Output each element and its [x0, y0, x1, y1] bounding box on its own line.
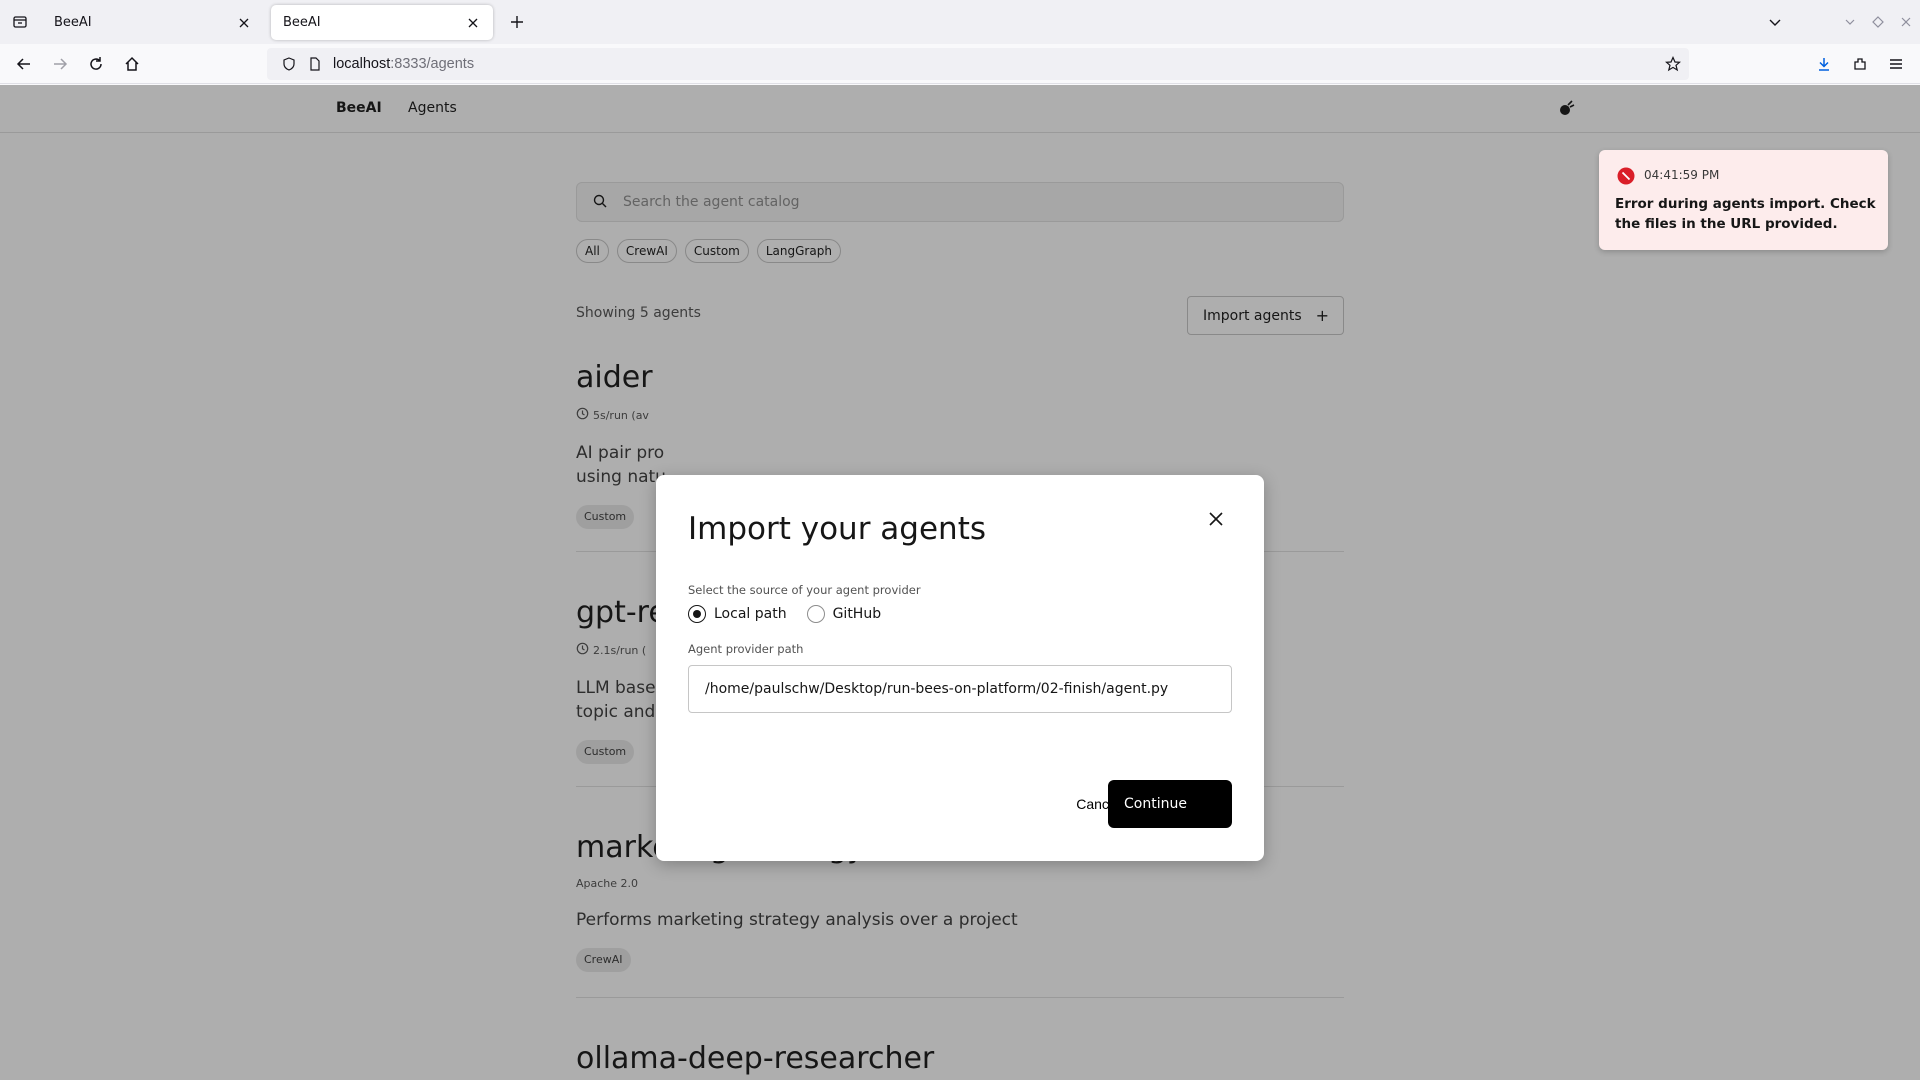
- new-tab-icon[interactable]: [505, 10, 529, 34]
- tab-overflow-icon[interactable]: [1767, 14, 1783, 30]
- error-toast: 04:41:59 PM Error during agents import. …: [1599, 150, 1888, 250]
- tab-title: BeeAI: [54, 15, 92, 30]
- url-path: :8333/agents: [390, 56, 475, 72]
- browser-tab-active[interactable]: BeeAI: [271, 5, 493, 40]
- radio-checked-icon[interactable]: [688, 605, 706, 623]
- radio-label: Local path: [714, 606, 787, 622]
- tab-title: BeeAI: [283, 15, 321, 30]
- close-tab-icon[interactable]: [236, 15, 252, 31]
- bookmark-star-icon[interactable]: [1661, 52, 1685, 76]
- browser-nav-bar: localhost:8333/agents: [0, 44, 1920, 84]
- minimize-icon[interactable]: [1842, 14, 1858, 30]
- browser-tab-bar: BeeAI BeeAI: [0, 0, 1920, 44]
- radio-local-path[interactable]: Local path: [688, 605, 787, 623]
- continue-button[interactable]: Continue: [1108, 780, 1232, 828]
- toast-timestamp: 04:41:59 PM: [1644, 168, 1720, 182]
- home-icon[interactable]: [120, 52, 144, 76]
- radio-label: GitHub: [832, 606, 882, 622]
- source-radio-group: Local path GitHub: [688, 605, 881, 623]
- import-agents-modal: Import your agents Select the source of …: [656, 475, 1264, 861]
- page-icon[interactable]: [307, 56, 323, 72]
- close-window-icon[interactable]: [1898, 14, 1914, 30]
- close-tab-icon[interactable]: [465, 15, 481, 31]
- extensions-icon[interactable]: [1848, 52, 1872, 76]
- download-icon[interactable]: [1812, 52, 1836, 76]
- path-label: Agent provider path: [688, 642, 804, 656]
- radio-unchecked-icon[interactable]: [806, 605, 825, 623]
- back-icon[interactable]: [12, 52, 36, 76]
- shield-icon[interactable]: [281, 56, 297, 72]
- browser-tab[interactable]: BeeAI: [42, 5, 264, 40]
- page-content: BeeAI Agents All CrewAI Custom LangGraph…: [0, 85, 1920, 1080]
- menu-icon[interactable]: [1884, 52, 1908, 76]
- modal-title: Import your agents: [688, 511, 986, 547]
- forward-icon[interactable]: [48, 52, 72, 76]
- toast-message: Error during agents import. Check the fi…: [1615, 196, 1876, 232]
- agent-provider-path-input[interactable]: [688, 665, 1232, 713]
- error-icon: [1617, 167, 1635, 185]
- source-label: Select the source of your agent provider: [688, 583, 921, 597]
- close-icon[interactable]: [1206, 509, 1226, 529]
- tab-list-icon[interactable]: [0, 0, 40, 44]
- radio-github[interactable]: GitHub: [806, 605, 882, 623]
- maximize-icon[interactable]: [1870, 14, 1886, 30]
- reload-icon[interactable]: [84, 52, 108, 76]
- url-host: localhost: [333, 56, 391, 72]
- url-bar[interactable]: localhost:8333/agents: [267, 48, 1689, 80]
